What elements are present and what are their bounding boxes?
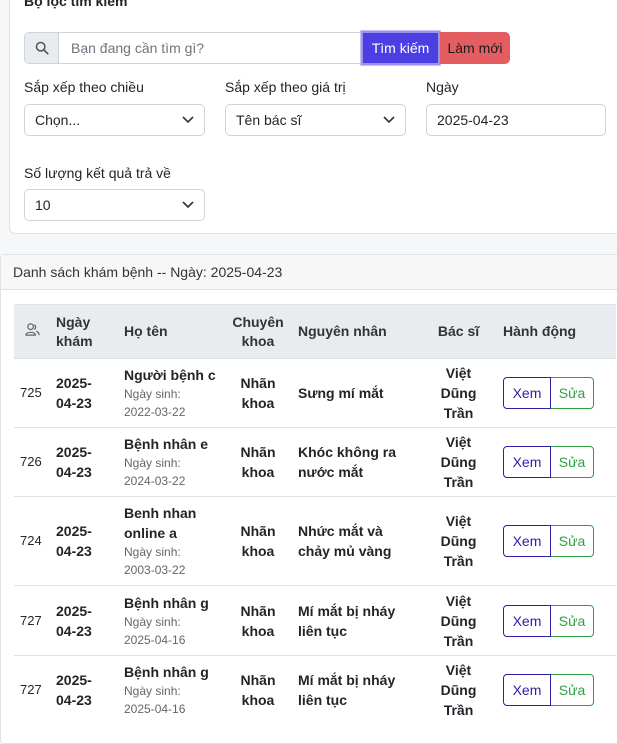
patient-name: Bệnh nhân e xyxy=(124,436,209,452)
sort-direction-value: Chọn... xyxy=(35,112,81,128)
table-row: 725 2025-04-23 Người bệnh c Ngày sinh: 2022-… xyxy=(14,358,616,428)
table-row: 727 2025-04-23 Bệnh nhân g Ngày sinh: 2025-0… xyxy=(14,655,616,725)
row-id: 726 xyxy=(14,427,50,497)
row-actions: Xem Sửa xyxy=(497,427,616,497)
date-value: 2025-04-23 xyxy=(437,112,509,128)
sort-direction-select[interactable]: Chọn... xyxy=(24,104,205,136)
view-button[interactable]: Xem xyxy=(503,674,551,707)
row-doctor: Việt Dũng Trần xyxy=(420,427,497,497)
sort-value-label: Sắp xếp theo giá trị xyxy=(225,79,346,95)
row-doctor: Việt Dũng Trần xyxy=(420,585,497,656)
filter-card: Bộ lọc tìm kiếm Tìm kiếm Làm mới Sắp xếp… xyxy=(9,0,617,234)
row-date: 2025-04-23 xyxy=(50,496,118,586)
row-patient: Bệnh nhân g Ngày sinh: 2025-04-16 xyxy=(118,655,224,725)
row-date: 2025-04-23 xyxy=(50,427,118,497)
result-count-label: Số lượng kết quả trả về xyxy=(24,165,171,181)
filter-title: Bộ lọc tìm kiếm xyxy=(24,0,128,9)
sort-direction-label: Sắp xếp theo chiều xyxy=(24,79,144,95)
patient-name: Bệnh nhân g xyxy=(124,594,209,611)
row-date: 2025-04-23 xyxy=(50,655,118,725)
table-header-row: Ngày khám Họ tên Chuyên khoa Nguyên nhân… xyxy=(14,304,616,359)
row-specialty: Nhãn khoa xyxy=(224,585,292,656)
view-button[interactable]: Xem xyxy=(503,446,551,478)
list-header: Danh sách khám bệnh -- Ngày: 2025-04-23 xyxy=(1,255,617,290)
date-label: Ngày xyxy=(426,79,459,95)
table-row: 724 2025-04-23 Benh nhan online a Ngày sinh… xyxy=(14,496,616,586)
row-reason: Khóc không ra nước mắt xyxy=(292,427,420,497)
dob-label: Ngày sinh: xyxy=(124,684,181,699)
row-doctor: Việt Dũng Trần xyxy=(420,655,497,725)
row-patient: Bệnh nhân g Ngày sinh: 2025-04-16 xyxy=(118,585,224,656)
dob-value: 2025-04-16 xyxy=(124,702,186,717)
search-icon xyxy=(24,32,59,64)
chevron-down-icon xyxy=(182,116,194,124)
sort-value-select[interactable]: Tên bác sĩ xyxy=(225,104,406,136)
result-count-value: 10 xyxy=(35,197,51,213)
row-patient: Bệnh nhân e Ngày sinh: 2024-03-22 xyxy=(118,427,224,497)
row-actions: Xem Sửa xyxy=(497,358,616,428)
edit-button[interactable]: Sửa xyxy=(551,446,594,478)
patient-name: Bệnh nhân g xyxy=(124,664,209,681)
row-id: 727 xyxy=(14,585,50,656)
row-reason: Mí mắt bị nháy liên tục xyxy=(292,655,420,725)
row-date: 2025-04-23 xyxy=(50,358,118,428)
table-row: 727 2025-04-23 Bệnh nhân g Ngày sinh: 2025-0… xyxy=(14,585,616,656)
row-id: 724 xyxy=(14,496,50,586)
column-header-reason: Nguyên nhân xyxy=(292,304,420,359)
column-header-actions: Hành động xyxy=(497,304,616,359)
row-id: 727 xyxy=(14,655,50,725)
dob-label: Ngày sinh: xyxy=(124,614,181,629)
users-icon xyxy=(14,304,50,359)
row-patient: Người bệnh c Ngày sinh: 2022-03-22 xyxy=(118,358,224,428)
row-actions: Xem Sửa xyxy=(497,496,616,586)
column-header-doctor: Bác sĩ xyxy=(420,304,497,359)
date-input[interactable]: 2025-04-23 xyxy=(426,104,606,136)
row-doctor: Việt Dũng Trần xyxy=(420,496,497,586)
reset-button[interactable]: Làm mới xyxy=(440,32,510,64)
appointment-list-card: Danh sách khám bệnh -- Ngày: 2025-04-23 … xyxy=(0,254,617,744)
row-specialty: Nhãn khoa xyxy=(224,358,292,428)
dob-label: Ngày sinh: xyxy=(124,387,181,401)
row-reason: Mí mắt bị nháy liên tục xyxy=(292,585,420,656)
sort-value-value: Tên bác sĩ xyxy=(236,112,302,128)
appointment-table: Ngày khám Họ tên Chuyên khoa Nguyên nhân… xyxy=(14,304,616,725)
row-actions: Xem Sửa xyxy=(497,585,616,656)
dob-value: 2022-03-22 xyxy=(124,405,186,419)
row-patient: Benh nhan online a Ngày sinh: 2003-03-22 xyxy=(118,496,224,586)
view-button[interactable]: Xem xyxy=(503,604,551,637)
edit-button[interactable]: Sửa xyxy=(551,604,594,637)
chevron-down-icon xyxy=(182,201,194,209)
dob-value: 2024-03-22 xyxy=(124,474,186,488)
column-header-name: Họ tên xyxy=(118,304,224,359)
table-row: 726 2025-04-23 Bệnh nhân e Ngày sinh: 2024-0… xyxy=(14,427,616,497)
view-button[interactable]: Xem xyxy=(503,377,551,409)
row-reason: Nhức mắt và chảy mủ vàng xyxy=(292,496,420,586)
patient-name: Người bệnh c xyxy=(124,367,216,383)
dob-label: Ngày sinh: xyxy=(124,545,181,559)
edit-button[interactable]: Sửa xyxy=(551,674,594,707)
search-input[interactable] xyxy=(59,32,361,64)
row-specialty: Nhãn khoa xyxy=(224,655,292,725)
row-specialty: Nhãn khoa xyxy=(224,496,292,586)
edit-button[interactable]: Sửa xyxy=(551,377,594,409)
dob-value: 2003-03-22 xyxy=(124,563,186,577)
dob-label: Ngày sinh: xyxy=(124,456,181,470)
search-bar: Tìm kiếm Làm mới xyxy=(24,31,510,65)
row-actions: Xem Sửa xyxy=(497,655,616,725)
row-specialty: Nhãn khoa xyxy=(224,427,292,497)
column-header-specialty: Chuyên khoa xyxy=(224,304,292,359)
row-reason: Sưng mí mắt xyxy=(292,358,420,428)
row-doctor: Việt Dũng Trần xyxy=(420,358,497,428)
row-date: 2025-04-23 xyxy=(50,585,118,656)
result-count-select[interactable]: 10 xyxy=(24,189,205,221)
row-id: 725 xyxy=(14,358,50,428)
column-header-date: Ngày khám xyxy=(50,304,118,359)
view-button[interactable]: Xem xyxy=(503,525,551,557)
search-button[interactable]: Tìm kiếm xyxy=(361,31,440,65)
edit-button[interactable]: Sửa xyxy=(551,525,594,557)
patient-name: Benh nhan online a xyxy=(124,505,197,541)
chevron-down-icon xyxy=(383,116,395,124)
dob-value: 2025-04-16 xyxy=(124,632,186,647)
